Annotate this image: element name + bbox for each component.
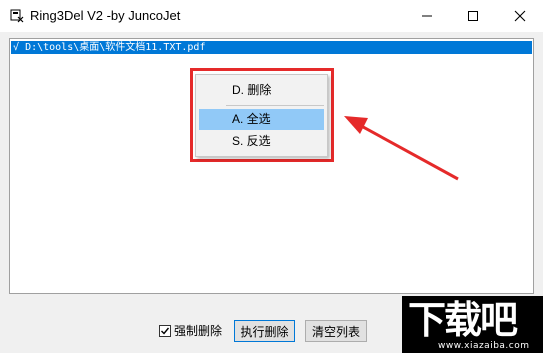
app-icon (10, 9, 24, 23)
maximize-button[interactable] (450, 0, 496, 32)
close-icon (514, 10, 526, 22)
app-window: Ring3Del V2 -by JuncoJet √ D:\tools\桌面\软… (0, 0, 543, 353)
maximize-icon (468, 11, 478, 21)
list-item[interactable]: √ D:\tools\桌面\软件文档11.TXT.pdf (11, 41, 532, 54)
watermark-url: www.xiazaiba.com (438, 341, 530, 351)
clear-list-button[interactable]: 清空列表 (305, 320, 367, 342)
menu-item-delete[interactable]: D. 删除 (199, 80, 324, 101)
row-check-mark: √ (13, 42, 20, 53)
annotation-arrow-icon (344, 116, 459, 181)
watermark-logo: 下载吧 www.xiazaiba.com (402, 296, 543, 353)
watermark-title: 下载吧 (408, 298, 518, 342)
minimize-icon (422, 15, 432, 17)
title-bar[interactable]: Ring3Del V2 -by JuncoJet (0, 0, 543, 32)
menu-item-invert-selection[interactable]: S. 反选 (199, 131, 324, 152)
file-path: D:\tools\桌面\软件文档11.TXT.pdf (25, 42, 206, 53)
checkbox-box[interactable] (159, 324, 171, 337)
close-button[interactable] (497, 0, 543, 32)
force-delete-checkbox[interactable]: 强制删除 (159, 322, 222, 339)
minimize-button[interactable] (404, 0, 450, 32)
menu-separator (226, 105, 324, 106)
context-menu: D. 删除 A. 全选 S. 反选 (195, 74, 328, 157)
force-delete-label: 强制删除 (174, 324, 223, 338)
run-delete-button[interactable]: 执行删除 (234, 320, 295, 342)
window-title: Ring3Del V2 -by JuncoJet (30, 8, 181, 23)
menu-item-select-all[interactable]: A. 全选 (199, 109, 324, 130)
checkmark-icon (161, 327, 170, 335)
